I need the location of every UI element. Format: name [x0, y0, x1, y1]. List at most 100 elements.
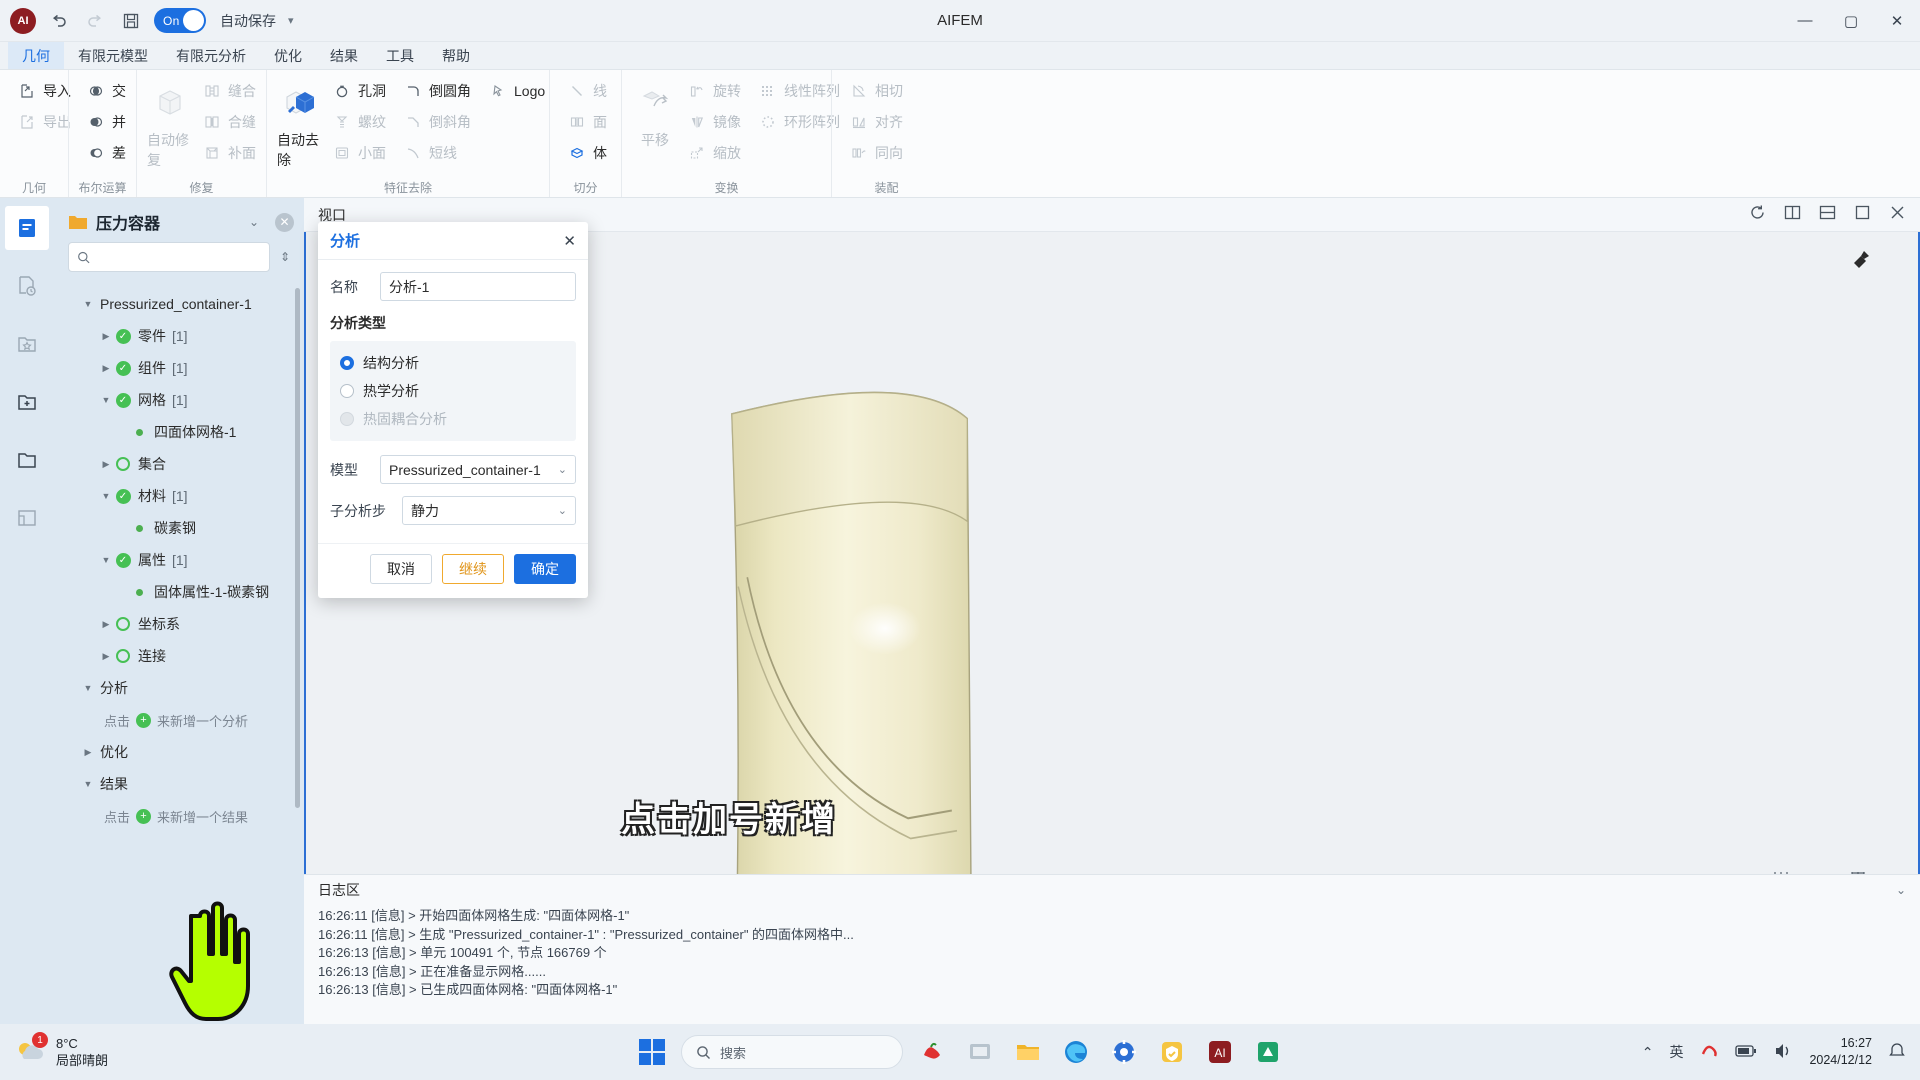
sort-icon[interactable]: ⇕	[276, 250, 294, 264]
ok-button[interactable]: 确定	[514, 554, 576, 584]
ribbon-item-hole[interactable]: 孔洞	[325, 76, 394, 106]
refresh-icon[interactable]	[1749, 204, 1766, 225]
store-app-icon[interactable]	[1249, 1033, 1287, 1071]
ribbon-item-scale[interactable]: 缩放	[680, 138, 749, 168]
chevron-right-icon[interactable]: ▶	[98, 651, 114, 662]
close-icon[interactable]	[1889, 204, 1906, 225]
ribbon-item-tangent[interactable]: 相切	[842, 76, 911, 106]
sidebar-item-model-tree[interactable]	[5, 206, 49, 250]
chevron-right-icon[interactable]: ▶	[98, 331, 114, 342]
chevron-down-icon[interactable]: ▼	[98, 491, 114, 501]
tab-help[interactable]: 帮助	[428, 42, 484, 69]
sidebar-item-library[interactable]	[5, 496, 49, 540]
save-icon[interactable]	[118, 8, 144, 34]
tree-node-solid-property[interactable]: ▶ 固体属性-1-碳素钢	[54, 576, 304, 608]
ribbon-item-rotate[interactable]: 旋转	[680, 76, 749, 106]
model-select[interactable]: Pressurized_container-1 ⌄	[380, 455, 576, 484]
tree-add-result-row[interactable]: 点击 + 来新增一个结果	[54, 800, 304, 832]
chevron-down-icon[interactable]: ▼	[80, 779, 96, 789]
tree-node-carbon-steel[interactable]: ▶ 碳素钢	[54, 512, 304, 544]
undo-icon[interactable]	[46, 8, 72, 34]
ribbon-item-translate[interactable]: 平移	[632, 76, 678, 150]
ribbon-item-sew[interactable]: 缝合	[195, 76, 264, 106]
chevron-right-icon[interactable]: ▶	[98, 619, 114, 630]
tree-node-analysis[interactable]: ▼ 分析	[54, 672, 304, 704]
tree-scrollbar[interactable]	[295, 288, 300, 808]
tab-tools[interactable]: 工具	[372, 42, 428, 69]
plus-icon[interactable]: +	[136, 809, 151, 824]
tree-node-tet-mesh[interactable]: ▶ 四面体网格-1	[54, 416, 304, 448]
tree-node-results[interactable]: ▼ 结果	[54, 768, 304, 800]
chevron-down-icon[interactable]: ⌄	[249, 215, 259, 229]
settings-app-icon[interactable]	[1105, 1033, 1143, 1071]
tab-optimization[interactable]: 优化	[260, 42, 316, 69]
ribbon-item-auto-repair[interactable]: 自动修复	[147, 76, 193, 170]
ribbon-item-auto-remove[interactable]: 自动去除	[277, 76, 323, 170]
tab-fe-analysis[interactable]: 有限元分析	[162, 42, 260, 69]
sidebar-item-history[interactable]	[5, 264, 49, 308]
sidebar-item-favorites[interactable]	[5, 322, 49, 366]
autosave-toggle[interactable]: On	[154, 8, 206, 33]
chevron-down-icon[interactable]: ▼	[80, 299, 96, 309]
ribbon-item-chamfer[interactable]: 倒斜角	[396, 107, 479, 137]
ribbon-item-small-face[interactable]: 小面	[325, 138, 394, 168]
substep-select[interactable]: 静力 ⌄	[402, 496, 576, 525]
continue-button[interactable]: 继续	[442, 554, 504, 584]
tree-node-properties[interactable]: ▼ ✓ 属性 [1]	[54, 544, 304, 576]
close-icon[interactable]: ✕	[563, 232, 576, 250]
windows-start-icon[interactable]	[633, 1033, 671, 1071]
minimize-icon[interactable]: —	[1782, 0, 1828, 42]
log-body[interactable]: 16:26:11 [信息] > 开始四面体网格生成: "四面体网格-1" 16:…	[304, 905, 1920, 1024]
chevron-right-icon[interactable]: ▶	[80, 747, 96, 758]
close-icon[interactable]: ✕	[1874, 0, 1920, 42]
tab-fe-model[interactable]: 有限元模型	[64, 42, 162, 69]
aifem-app-icon[interactable]: AI	[1201, 1033, 1239, 1071]
chevron-down-icon[interactable]: ▾	[288, 14, 294, 27]
chevron-down-icon[interactable]: ▼	[98, 395, 114, 405]
maximize-icon[interactable]: ▢	[1828, 0, 1874, 42]
radio-thermal-structural-analysis[interactable]: 热固耦合分析	[340, 405, 566, 433]
tree-node-components[interactable]: ▶ ✓ 组件 [1]	[54, 352, 304, 384]
tree-node-mesh[interactable]: ▼ ✓ 网格 [1]	[54, 384, 304, 416]
ribbon-item-logo[interactable]: Logo	[481, 76, 553, 106]
edge-app-icon[interactable]	[1057, 1033, 1095, 1071]
chevron-down-icon[interactable]: ▼	[98, 555, 114, 565]
ribbon-item-patch-face[interactable]: 补面	[195, 138, 264, 168]
sidebar-item-add-folder[interactable]	[5, 380, 49, 424]
restore-icon[interactable]	[1854, 204, 1871, 225]
chevron-down-icon[interactable]: ▼	[80, 683, 96, 693]
ribbon-item-same-direction[interactable]: 同向	[842, 138, 911, 168]
tree-node-root[interactable]: ▼ Pressurized_container-1	[54, 288, 304, 320]
ribbon-item-split-body[interactable]: 体	[560, 138, 615, 168]
tree-node-parts[interactable]: ▶ ✓ 零件 [1]	[54, 320, 304, 352]
split-vertical-icon[interactable]	[1784, 204, 1801, 225]
sidebar-item-open-folder[interactable]	[5, 438, 49, 482]
tree-node-materials[interactable]: ▼ ✓ 材料 [1]	[54, 480, 304, 512]
tree-node-connections[interactable]: ▶ 连接	[54, 640, 304, 672]
redo-icon[interactable]	[82, 8, 108, 34]
tab-results[interactable]: 结果	[316, 42, 372, 69]
plus-icon[interactable]: +	[136, 713, 151, 728]
ribbon-item-intersect[interactable]: 交	[79, 76, 134, 106]
split-horizontal-icon[interactable]	[1819, 204, 1836, 225]
wps-app-icon[interactable]	[913, 1033, 951, 1071]
radio-thermal-analysis[interactable]: 热学分析	[340, 377, 566, 405]
ribbon-item-thread[interactable]: 螺纹	[325, 107, 394, 137]
ribbon-item-subtract[interactable]: 差	[79, 138, 134, 168]
ribbon-item-align[interactable]: 对齐	[842, 107, 911, 137]
ribbon-item-fillet[interactable]: 倒圆角	[396, 76, 479, 106]
search-box[interactable]	[68, 242, 270, 272]
tree-node-optimization[interactable]: ▶ 优化	[54, 736, 304, 768]
chevron-down-icon[interactable]: ⌄	[1896, 883, 1906, 897]
tree-node-coordinate-system[interactable]: ▶ 坐标系	[54, 608, 304, 640]
security-app-icon[interactable]	[1153, 1033, 1191, 1071]
tab-geometry[interactable]: 几何	[8, 42, 64, 69]
analysis-dialog[interactable]: 分析 ✕ 名称 分析-1 分析类型 结构分析 热学分析 热固耦合分析 模型	[318, 222, 588, 598]
tree-add-analysis-row[interactable]: 点击 + 来新增一个分析	[54, 704, 304, 736]
explorer-app-icon[interactable]	[1009, 1033, 1047, 1071]
close-circle-icon[interactable]: ✕	[275, 213, 294, 232]
ribbon-item-union[interactable]: 并	[79, 107, 134, 137]
ribbon-item-mirror[interactable]: 镜像	[680, 107, 749, 137]
ribbon-item-split-face[interactable]: 面	[560, 107, 615, 137]
ribbon-item-split-line[interactable]: 线	[560, 76, 615, 106]
